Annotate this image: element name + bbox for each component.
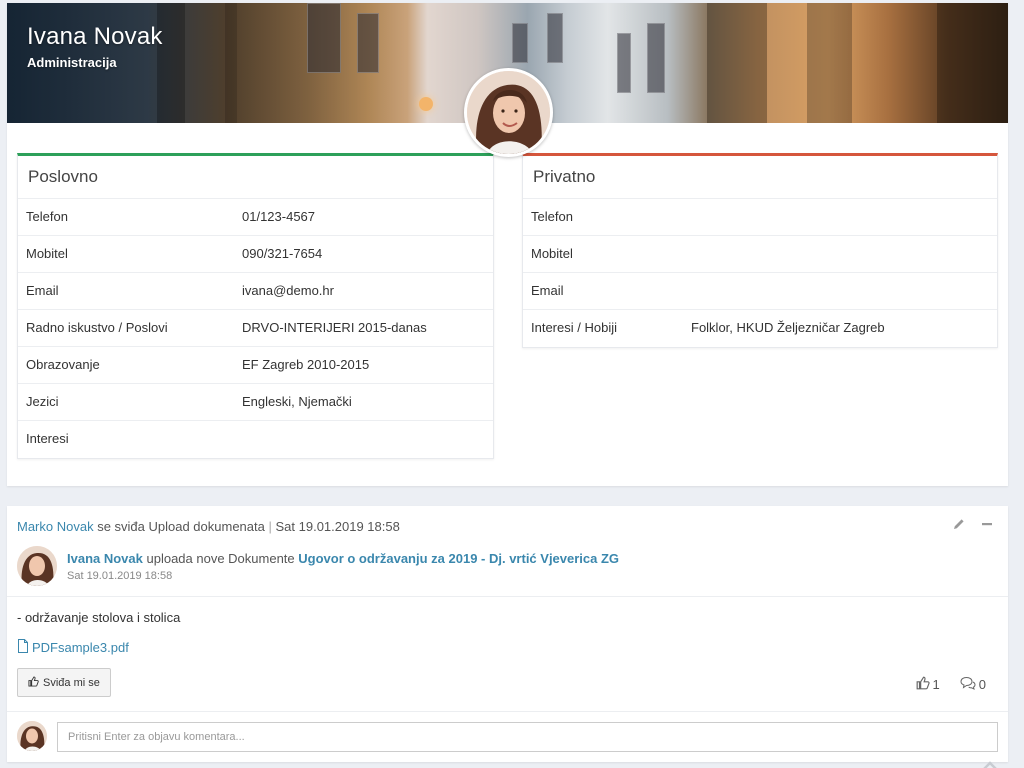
comments-count-value: 0 bbox=[978, 677, 986, 692]
post-headline: Ivana Novak uploada nove Dokumente Ugovo… bbox=[67, 551, 619, 566]
private-row-phone: Telefon bbox=[523, 199, 997, 236]
row-label: Interesi / Hobiji bbox=[531, 320, 617, 335]
private-row-hobbies: Interesi / Hobiji Folklor, HKUD Željezni… bbox=[523, 310, 997, 347]
post-text: - održavanje stolova i stolica bbox=[17, 610, 181, 625]
profile-avatar bbox=[464, 68, 553, 157]
private-row-mobile: Mobitel bbox=[523, 236, 997, 273]
private-row-email: Email bbox=[523, 273, 997, 310]
activity-actor-link[interactable]: Marko Novak bbox=[17, 519, 94, 534]
profile-name: Ivana Novak bbox=[27, 23, 163, 50]
post-author-link[interactable]: Ivana Novak bbox=[67, 551, 143, 566]
business-row-education: Obrazovanje EF Zagreb 2010-2015 bbox=[18, 347, 493, 384]
comments-count[interactable]: 0 bbox=[960, 676, 986, 693]
likes-count-value: 1 bbox=[932, 677, 940, 692]
business-row-languages: Jezici Engleski, Njemački bbox=[18, 384, 493, 421]
minus-icon[interactable] bbox=[980, 518, 994, 532]
row-label: Mobitel bbox=[531, 246, 573, 261]
row-value: ivana@demo.hr bbox=[242, 283, 334, 298]
business-row-experience: Radno iskustvo / Poslovi DRVO-INTERIJERI… bbox=[18, 310, 493, 347]
row-label: Mobitel bbox=[26, 246, 68, 261]
pencil-icon[interactable] bbox=[952, 518, 966, 532]
profile-department: Administracija bbox=[27, 55, 117, 70]
activity-card: Marko Novak se sviđa Upload dokumenata |… bbox=[7, 506, 1008, 762]
current-user-avatar bbox=[17, 721, 47, 751]
attachment-link[interactable]: PDFsample3.pdf bbox=[32, 640, 129, 655]
business-row-phone: Telefon 01/123-4567 bbox=[18, 199, 493, 236]
like-button-label: Sviđa mi se bbox=[43, 676, 100, 689]
post-document-link[interactable]: Ugovor o održavanju za 2019 - Dj. vrtić … bbox=[298, 551, 619, 566]
row-value: 01/123-4567 bbox=[242, 209, 316, 224]
comment-divider bbox=[7, 711, 1008, 712]
post-divider bbox=[7, 596, 1008, 597]
row-label: Interesi bbox=[26, 431, 69, 446]
thumbs-up-icon bbox=[28, 675, 39, 690]
row-label: Telefon bbox=[26, 209, 68, 224]
post-author-avatar[interactable] bbox=[17, 546, 57, 586]
row-label: Obrazovanje bbox=[26, 357, 100, 372]
business-row-mobile: Mobitel 090/321-7654 bbox=[18, 236, 493, 273]
row-value: 090/321-7654 bbox=[242, 246, 323, 261]
likes-count[interactable]: 1 bbox=[916, 676, 940, 693]
activity-header: Marko Novak se sviđa Upload dokumenata |… bbox=[17, 519, 400, 534]
post-date: Sat 19.01.2019 18:58 bbox=[67, 570, 173, 582]
comment-input[interactable] bbox=[57, 722, 998, 752]
private-panel: Privatno Telefon Mobitel Email Interesi … bbox=[522, 153, 998, 348]
row-label: Email bbox=[531, 283, 564, 298]
reaction-counts: 1 0 bbox=[916, 676, 986, 693]
row-label: Telefon bbox=[531, 209, 573, 224]
row-value: Engleski, Njemački bbox=[242, 394, 352, 409]
business-row-email: Email ivana@demo.hr bbox=[18, 273, 493, 310]
file-icon bbox=[17, 639, 29, 656]
thumbs-up-icon bbox=[916, 676, 930, 693]
business-row-interests: Interesi bbox=[18, 421, 493, 458]
business-panel: Poslovno Telefon 01/123-4567 Mobitel 090… bbox=[17, 153, 494, 459]
comments-icon bbox=[960, 676, 976, 693]
private-panel-title: Privatno bbox=[523, 156, 997, 199]
row-value: Folklor, HKUD Željezničar Zagreb bbox=[691, 320, 885, 335]
post-verb: uploada nove Dokumente bbox=[142, 551, 299, 566]
chevron-up-icon[interactable] bbox=[982, 758, 998, 768]
row-value: EF Zagreb 2010-2015 bbox=[242, 357, 370, 372]
row-label: Radno iskustvo / Poslovi bbox=[26, 320, 168, 335]
like-button[interactable]: Sviđa mi se bbox=[17, 668, 111, 697]
profile-card: Ivana Novak Administracija Poslovno Tele… bbox=[7, 3, 1008, 486]
row-value: DRVO-INTERIJERI 2015-danas bbox=[242, 320, 427, 335]
activity-timestamp: Sat 19.01.2019 18:58 bbox=[275, 519, 400, 534]
activity-post: Ivana Novak uploada nove Dokumente Ugovo… bbox=[17, 546, 997, 596]
comment-row bbox=[17, 720, 998, 752]
row-label: Jezici bbox=[26, 394, 59, 409]
activity-tools bbox=[952, 518, 994, 532]
activity-separator: | bbox=[268, 519, 272, 534]
activity-action: se sviđa Upload dokumenata bbox=[93, 519, 265, 534]
business-panel-title: Poslovno bbox=[18, 156, 493, 199]
post-attachment[interactable]: PDFsample3.pdf bbox=[17, 639, 129, 656]
row-label: Email bbox=[26, 283, 59, 298]
